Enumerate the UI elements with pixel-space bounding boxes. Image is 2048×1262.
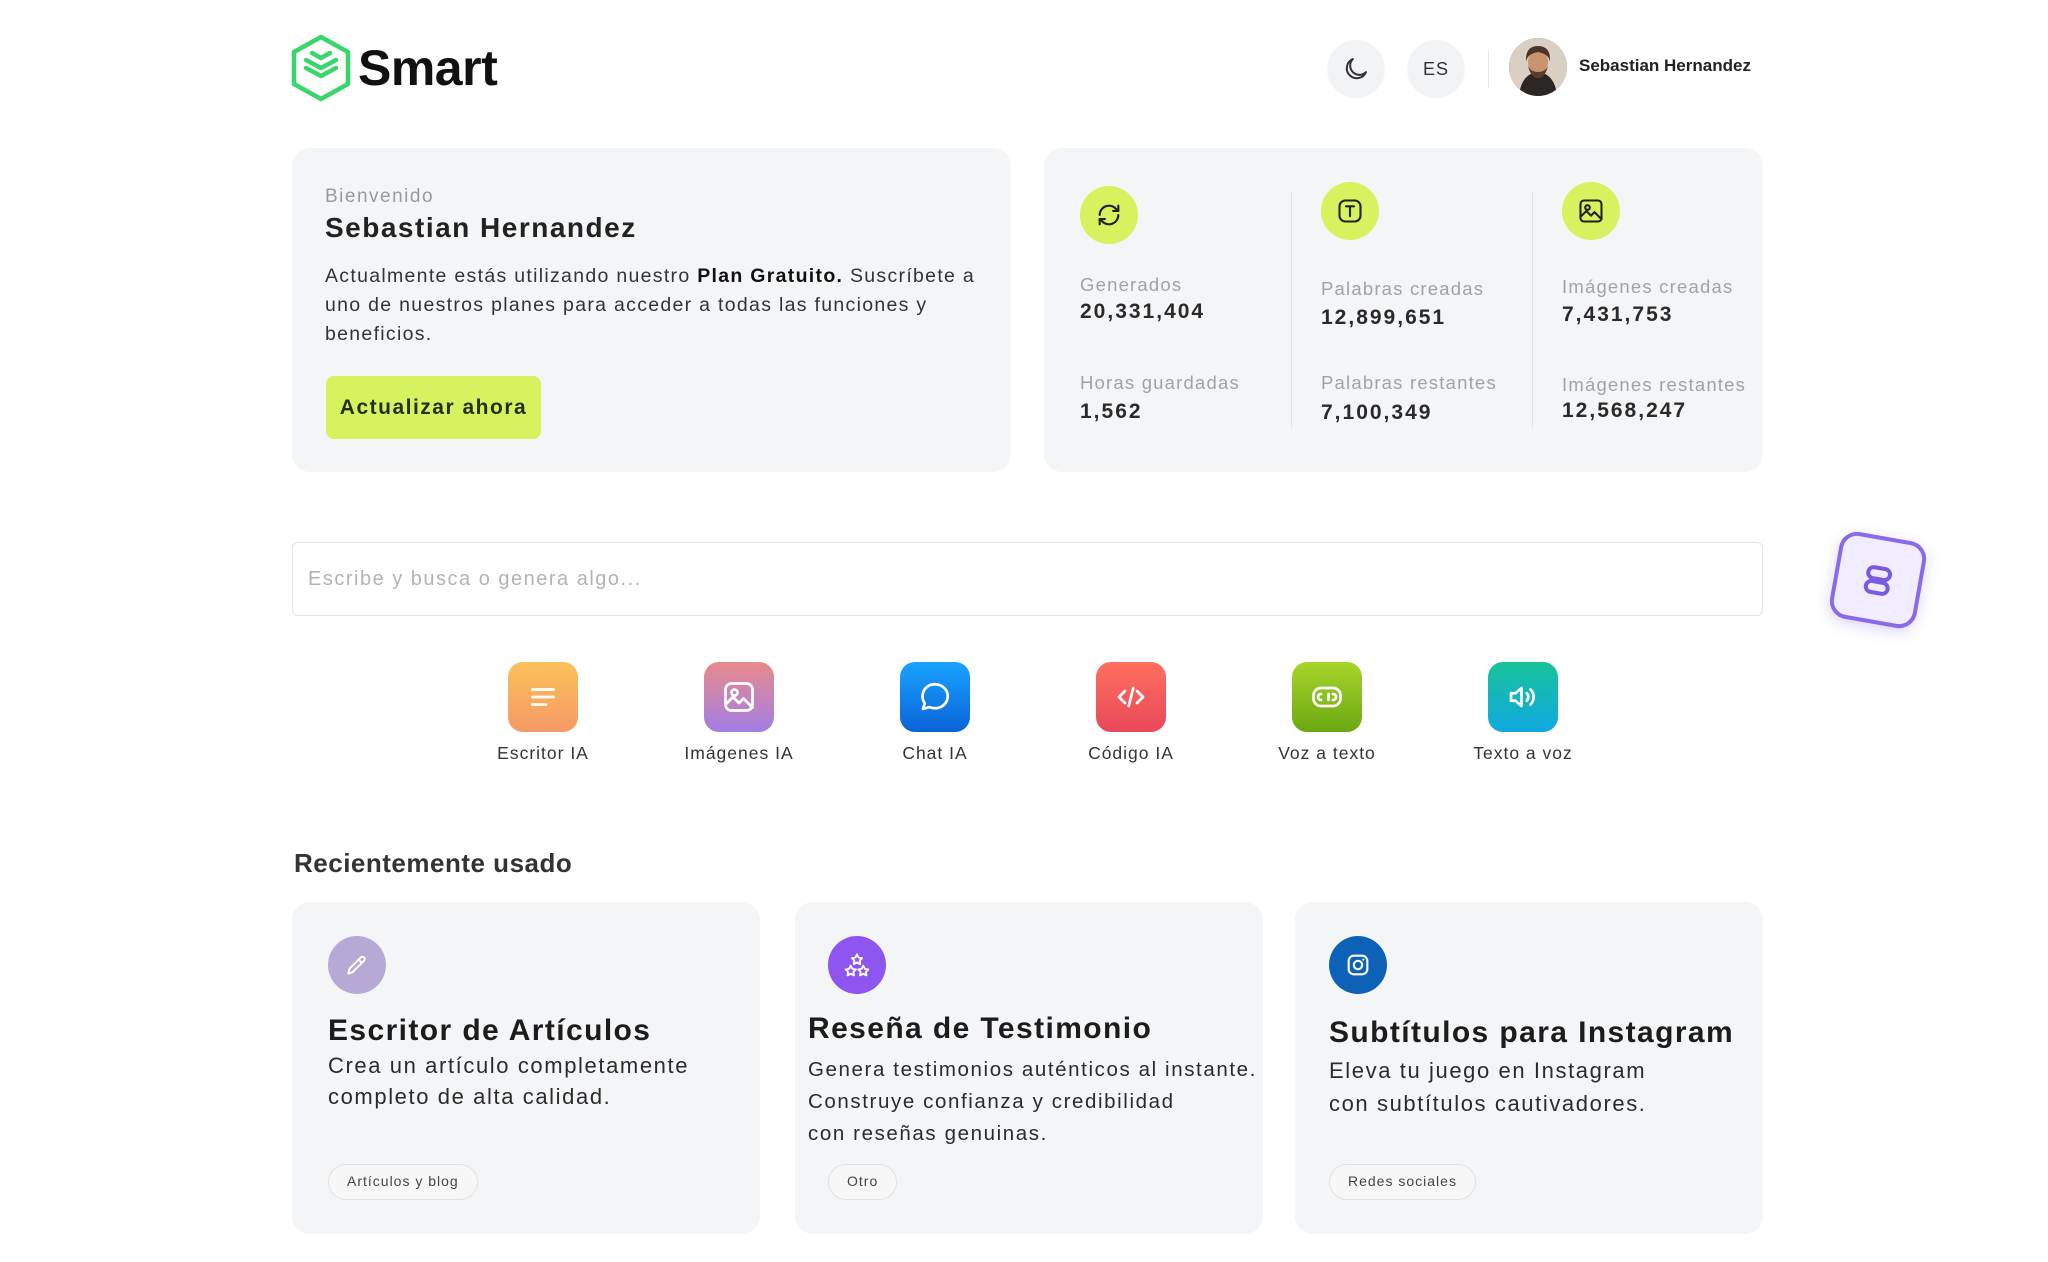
user-name[interactable]: Sebastian Hernandez	[1579, 56, 1751, 76]
welcome-card: Bienvenido Sebastian Hernandez Actualmen…	[292, 148, 1011, 472]
stat-label: Imágenes restantes	[1562, 374, 1747, 395]
search-input[interactable]	[292, 542, 1763, 616]
avatar[interactable]	[1509, 38, 1567, 96]
stat-label: Palabras restantes	[1321, 372, 1497, 393]
stat-value: 12,568,247	[1562, 399, 1688, 422]
recent-card-tag: Redes sociales	[1329, 1164, 1476, 1200]
stars-icon	[828, 936, 886, 994]
dark-mode-toggle[interactable]	[1327, 40, 1385, 98]
speech-to-text-icon	[1292, 662, 1362, 732]
floating-assistant-button[interactable]	[1827, 529, 1929, 631]
tool-codigo-ia[interactable]: Código IA	[1061, 662, 1201, 764]
assistant-icon	[1863, 565, 1893, 596]
recent-card-article-writer[interactable]: Escritor de Artículos Crea un artículo c…	[292, 902, 760, 1234]
lines-icon	[508, 662, 578, 732]
recent-card-title: Escritor de Artículos	[328, 1014, 652, 1047]
logo[interactable]: Smart	[290, 34, 498, 102]
stat-value: 12,899,651	[1321, 306, 1447, 329]
tool-label: Imágenes IA	[684, 743, 794, 763]
logo-icon	[291, 34, 351, 102]
recent-section-title: Recientemente usado	[294, 848, 573, 878]
recent-card-title: Subtítulos para Instagram	[1329, 1016, 1735, 1049]
tool-texto-a-voz[interactable]: Texto a voz	[1453, 662, 1593, 764]
avatar-image	[1509, 38, 1567, 96]
text-icon	[1321, 182, 1379, 240]
recent-card-tag: Otro	[828, 1164, 898, 1200]
refresh-icon	[1080, 186, 1138, 244]
recent-card-description: Genera testimonios auténticos al instant…	[808, 1058, 1257, 1145]
stat-label: Imágenes creadas	[1562, 276, 1734, 297]
speaker-icon	[1488, 662, 1558, 732]
welcome-name: Sebastian Hernandez	[325, 212, 637, 243]
tool-label: Código IA	[1088, 743, 1174, 763]
stat-value: 7,100,349	[1321, 401, 1433, 424]
tool-label: Texto a voz	[1473, 743, 1573, 763]
tool-label: Voz a texto	[1278, 743, 1376, 763]
welcome-description: Actualmente estás utilizando nuestro Pla…	[325, 265, 976, 345]
recent-card-title: Reseña de Testimonio	[808, 1012, 1153, 1045]
tool-imagenes-ia[interactable]: Imágenes IA	[669, 662, 809, 764]
tool-label: Chat IA	[902, 743, 968, 763]
logo-text: Smart	[358, 40, 498, 96]
pencil-icon	[328, 936, 386, 994]
recent-card-tag: Artículos y blog	[328, 1164, 478, 1200]
recent-card-instagram-captions[interactable]: Subtítulos para Instagram Eleva tu juego…	[1295, 902, 1763, 1234]
stats-card: Generados 20,331,404 Horas guardadas 1,5…	[1044, 148, 1763, 472]
recent-card-description: Eleva tu juego en Instagram con subtítul…	[1329, 1058, 1647, 1116]
tool-escritor-ia[interactable]: Escritor IA	[473, 662, 613, 764]
stat-label: Palabras creadas	[1321, 278, 1485, 299]
stat-value: 7,431,753	[1562, 303, 1674, 326]
stat-label: Horas guardadas	[1080, 372, 1240, 393]
language-button[interactable]: ES	[1407, 40, 1465, 98]
stat-column-words: Palabras creadas 12,899,651 Palabras res…	[1321, 148, 1561, 472]
tool-chat-ia[interactable]: Chat IA	[865, 662, 1005, 764]
upgrade-button[interactable]: Actualizar ahora	[326, 376, 541, 439]
stat-column-images: Imágenes creadas 7,431,753 Imágenes rest…	[1562, 148, 1802, 472]
instagram-icon	[1329, 936, 1387, 994]
stat-value: 1,562	[1080, 400, 1143, 423]
code-icon	[1096, 662, 1166, 732]
tool-label: Escritor IA	[497, 743, 589, 763]
stat-column-generated: Generados 20,331,404 Horas guardadas 1,5…	[1080, 148, 1320, 472]
plan-name: Plan Gratuito.	[697, 265, 844, 287]
tool-voz-a-texto[interactable]: Voz a texto	[1257, 662, 1397, 764]
recent-card-testimonial[interactable]: Reseña de Testimonio Genera testimonios …	[795, 902, 1263, 1234]
chat-icon	[900, 662, 970, 732]
stat-value: 20,331,404	[1080, 300, 1206, 323]
image-icon	[704, 662, 774, 732]
stat-label: Generados	[1080, 274, 1183, 295]
moon-icon	[1345, 58, 1367, 80]
welcome-greeting: Bienvenido	[325, 186, 435, 207]
image-icon	[1562, 182, 1620, 240]
recent-card-description: Crea un artículo completamente completo …	[328, 1053, 690, 1109]
header-divider	[1488, 50, 1489, 88]
